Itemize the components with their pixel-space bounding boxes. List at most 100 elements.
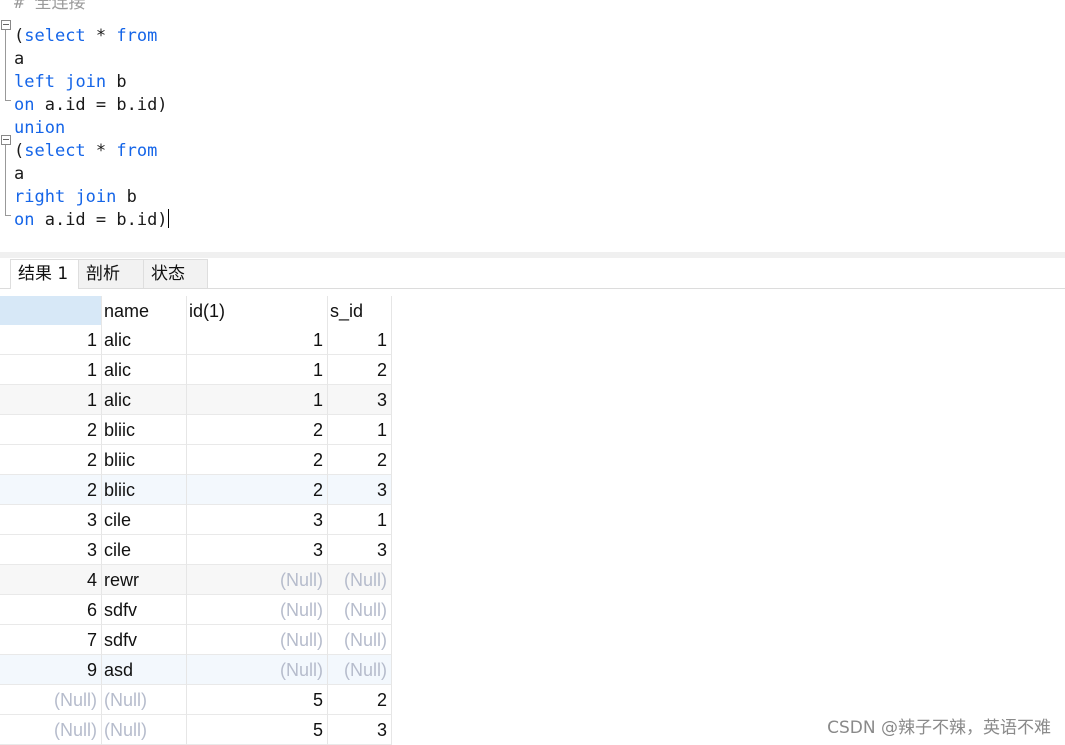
row-id-cell[interactable]: 4	[0, 565, 102, 595]
fold-line	[5, 30, 6, 100]
column-header-s-id[interactable]: s_id	[328, 296, 392, 326]
id1-cell[interactable]: 3	[187, 535, 328, 565]
id1-cell[interactable]: 5	[187, 715, 328, 745]
watermark: CSDN @辣子不辣，英语不难	[827, 718, 1051, 738]
table-row[interactable]: 3 cile 3 3	[0, 535, 392, 565]
fold-toggle-icon[interactable]	[1, 20, 11, 30]
sql-keyword: from	[116, 26, 158, 46]
sql-comment: # 全连接	[14, 0, 86, 13]
s-id-cell[interactable]: 3	[328, 535, 392, 565]
table-row[interactable]: (Null) (Null) 5 2	[0, 685, 392, 715]
header-row: name id(1) s_id	[0, 296, 392, 326]
sql-keyword: join	[75, 187, 117, 207]
row-id-cell[interactable]: 2	[0, 415, 102, 445]
name-cell[interactable]: (Null)	[102, 685, 187, 715]
s-id-cell[interactable]: (Null)	[328, 595, 392, 625]
s-id-cell[interactable]: (Null)	[328, 655, 392, 685]
row-id-cell[interactable]: 3	[0, 505, 102, 535]
name-cell[interactable]: cile	[102, 535, 187, 565]
s-id-cell[interactable]: (Null)	[328, 565, 392, 595]
table-row[interactable]: 2 bliic 2 1	[0, 415, 392, 445]
name-cell[interactable]: bliic	[102, 445, 187, 475]
table-row[interactable]: 7 sdfv (Null) (Null)	[0, 625, 392, 655]
table-row[interactable]: (Null) (Null) 5 3	[0, 715, 392, 745]
name-cell[interactable]: cile	[102, 505, 187, 535]
tab-profile[interactable]: 剖析	[78, 259, 144, 288]
table-row[interactable]: 6 sdfv (Null) (Null)	[0, 595, 392, 625]
tab-result-1[interactable]: 结果 1	[10, 259, 79, 289]
column-header-id1[interactable]: id(1)	[187, 296, 328, 326]
id1-cell[interactable]: 5	[187, 685, 328, 715]
sql-text: a	[14, 49, 25, 69]
row-id-cell[interactable]: (Null)	[0, 685, 102, 715]
table-row[interactable]: 2 bliic 2 2	[0, 445, 392, 475]
s-id-cell[interactable]: 2	[328, 685, 392, 715]
id1-cell[interactable]: 1	[187, 385, 328, 415]
sql-keyword: from	[116, 141, 158, 161]
name-cell[interactable]: alic	[102, 325, 187, 355]
id1-cell[interactable]: 2	[187, 415, 328, 445]
sql-keyword: select	[24, 141, 86, 161]
s-id-cell[interactable]: 1	[328, 505, 392, 535]
row-id-cell[interactable]: 6	[0, 595, 102, 625]
id1-cell[interactable]: 2	[187, 445, 328, 475]
row-id-cell[interactable]: 9	[0, 655, 102, 685]
table-row[interactable]: 4 rewr (Null) (Null)	[0, 565, 392, 595]
table-row[interactable]: 1 alic 1 1	[0, 325, 392, 355]
s-id-cell[interactable]: 3	[328, 715, 392, 745]
table-row[interactable]: 1 alic 1 3	[0, 385, 392, 415]
row-id-cell[interactable]: 1	[0, 325, 102, 355]
table-row[interactable]: 1 alic 1 2	[0, 355, 392, 385]
row-id-cell[interactable]: 2	[0, 475, 102, 505]
name-cell[interactable]: bliic	[102, 415, 187, 445]
sql-text: *	[85, 26, 117, 46]
name-cell[interactable]: asd	[102, 655, 187, 685]
sql-text: a	[14, 164, 25, 184]
id1-cell[interactable]: (Null)	[187, 655, 328, 685]
sql-keyword: join	[65, 72, 107, 92]
fold-end	[5, 100, 11, 101]
sql-keyword: union	[14, 118, 66, 138]
name-cell[interactable]: (Null)	[102, 715, 187, 745]
id1-cell[interactable]: (Null)	[187, 625, 328, 655]
table-row[interactable]: 2 bliic 2 3	[0, 475, 392, 505]
id1-cell[interactable]: (Null)	[187, 565, 328, 595]
row-id-cell[interactable]: 7	[0, 625, 102, 655]
column-header[interactable]	[0, 296, 102, 326]
name-cell[interactable]: sdfv	[102, 595, 187, 625]
name-cell[interactable]: bliic	[102, 475, 187, 505]
id1-cell[interactable]: 1	[187, 325, 328, 355]
s-id-cell[interactable]: 3	[328, 385, 392, 415]
table-row[interactable]: 3 cile 3 1	[0, 505, 392, 535]
name-cell[interactable]: sdfv	[102, 625, 187, 655]
result-tabs: 结果 1 剖析 状态	[0, 258, 1065, 289]
s-id-cell[interactable]: 1	[328, 415, 392, 445]
name-cell[interactable]: rewr	[102, 565, 187, 595]
name-cell[interactable]: alic	[102, 385, 187, 415]
row-id-cell[interactable]: 1	[0, 385, 102, 415]
s-id-cell[interactable]: 1	[328, 325, 392, 355]
id1-cell[interactable]: 2	[187, 475, 328, 505]
id1-cell[interactable]: (Null)	[187, 595, 328, 625]
row-id-cell[interactable]: 2	[0, 445, 102, 475]
column-header-name[interactable]: name	[102, 296, 187, 326]
id1-cell[interactable]: 3	[187, 505, 328, 535]
s-id-cell[interactable]: 2	[328, 355, 392, 385]
sql-text: a.id = b.id)	[34, 95, 168, 115]
sql-keyword: on	[14, 95, 35, 115]
fold-toggle-icon[interactable]	[1, 135, 11, 145]
s-id-cell[interactable]: 2	[328, 445, 392, 475]
row-id-cell[interactable]: 1	[0, 355, 102, 385]
sql-editor[interactable]: # 全连接 (select * from a left join b on a.id =…	[0, 0, 1065, 252]
row-id-cell[interactable]: 3	[0, 535, 102, 565]
tab-status[interactable]: 状态	[143, 259, 208, 288]
table-row[interactable]: 9 asd (Null) (Null)	[0, 655, 392, 685]
code-line: left join b	[14, 71, 127, 94]
s-id-cell[interactable]: 3	[328, 475, 392, 505]
row-id-cell[interactable]: (Null)	[0, 715, 102, 745]
name-cell[interactable]: alic	[102, 355, 187, 385]
id1-cell[interactable]: 1	[187, 355, 328, 385]
s-id-cell[interactable]: (Null)	[328, 625, 392, 655]
